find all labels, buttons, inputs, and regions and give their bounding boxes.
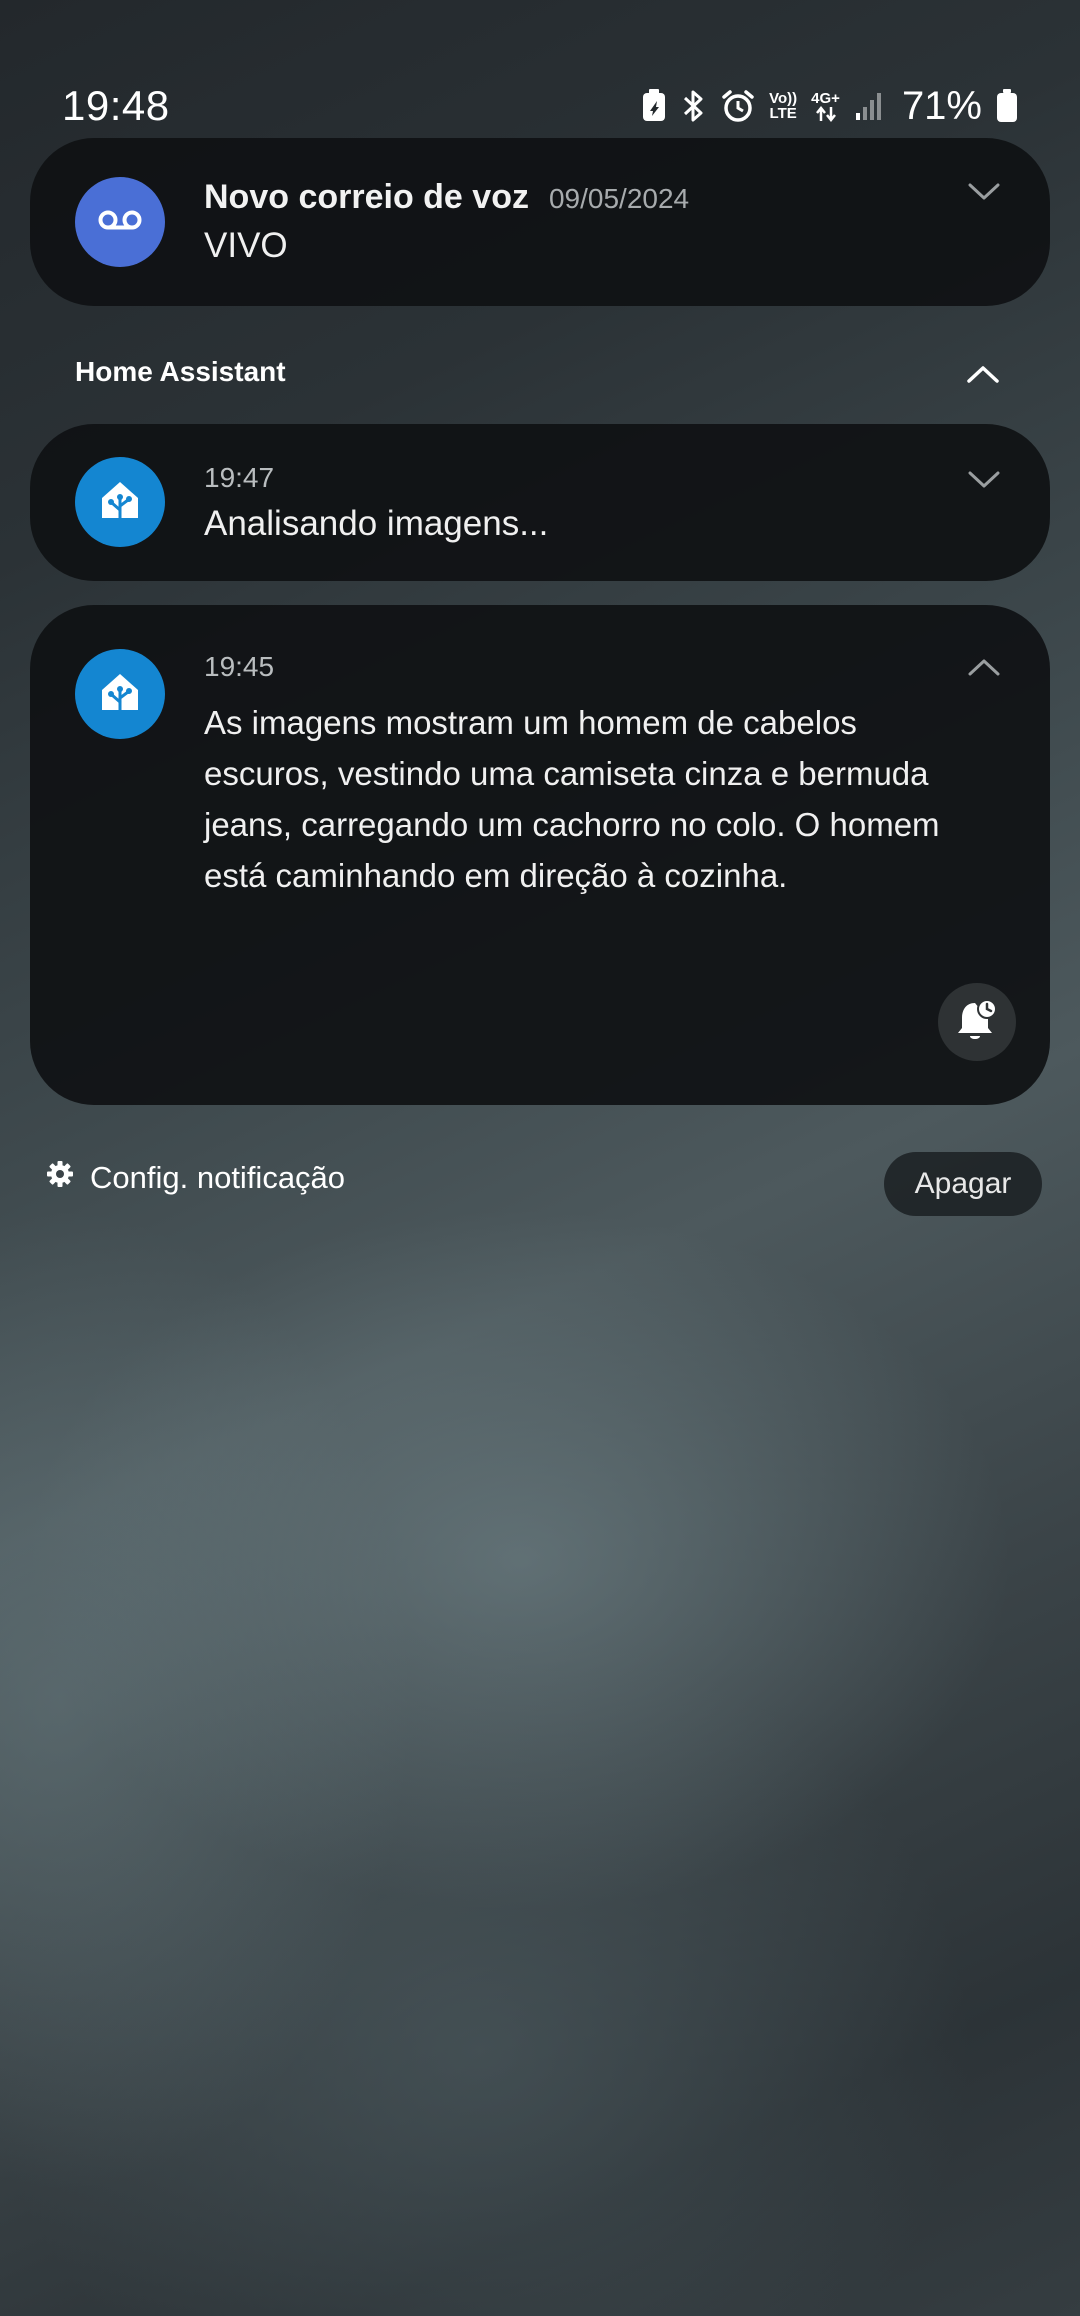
battery-percent: 71% xyxy=(901,83,982,128)
voicemail-app-icon xyxy=(75,177,165,267)
bluetooth-icon xyxy=(681,88,707,124)
notification-collapse-button[interactable] xyxy=(962,647,1006,691)
group-collapse-button[interactable] xyxy=(961,354,1005,398)
notification-time: 19:45 xyxy=(204,651,275,682)
clear-all-button[interactable]: Apagar xyxy=(884,1152,1042,1216)
home-assistant-icon xyxy=(98,670,142,719)
status-icons: Vo)) LTE 4G+ 71% xyxy=(641,84,1018,129)
notification-expand-button[interactable] xyxy=(962,460,1006,504)
chevron-up-icon xyxy=(967,365,999,388)
notification-time: 19:47 xyxy=(204,462,275,493)
notification-body: As imagens mostram um homem de cabelos e… xyxy=(204,704,940,894)
snooze-button[interactable] xyxy=(938,983,1016,1061)
volte-label-bottom: LTE xyxy=(769,105,797,122)
voicemail-date: 09/05/2024 xyxy=(548,183,690,214)
network-4g-icon: 4G+ xyxy=(811,91,840,122)
notification-text: Analisando imagens... xyxy=(204,504,549,543)
volte-icon: Vo)) LTE xyxy=(769,91,797,121)
battery-saver-icon xyxy=(641,89,667,123)
chevron-up-icon xyxy=(968,658,1000,681)
snooze-bell-icon xyxy=(955,997,999,1048)
voicemail-notification[interactable]: Novo correio de voz 09/05/2024 VIVO xyxy=(30,138,1050,306)
alarm-icon xyxy=(721,89,755,123)
home-assistant-app-icon xyxy=(75,649,165,739)
status-bar: 19:48 Vo)) LTE 4G+ 71% xyxy=(62,76,1018,136)
signal-icon xyxy=(854,91,884,121)
voicemail-title: Novo correio de voz xyxy=(204,178,529,216)
chevron-down-icon xyxy=(968,471,1000,494)
gear-icon xyxy=(46,1160,74,1196)
status-time: 19:48 xyxy=(62,82,170,129)
notification-settings-button[interactable]: Config. notificação xyxy=(46,1160,345,1196)
voicemail-expand-button[interactable] xyxy=(962,172,1006,216)
group-header-title: Home Assistant xyxy=(75,356,286,387)
volte-label-top: Vo)) xyxy=(769,90,798,107)
voicemail-subtitle: VIVO xyxy=(204,226,288,265)
voicemail-title-row: Novo correio de voz 09/05/2024 xyxy=(204,178,689,217)
chevron-down-icon xyxy=(968,183,1000,206)
battery-icon xyxy=(996,89,1018,123)
notification-analyzing[interactable]: 19:47 Analisando imagens... xyxy=(30,424,1050,581)
home-assistant-app-icon xyxy=(75,457,165,547)
notification-expanded[interactable]: 19:45 As imagens mostram um homem de cab… xyxy=(30,605,1050,1105)
home-assistant-icon xyxy=(98,478,142,527)
notification-settings-label: Config. notificação xyxy=(90,1160,346,1195)
network-label: 4G+ xyxy=(811,89,840,107)
voicemail-icon xyxy=(97,208,143,237)
